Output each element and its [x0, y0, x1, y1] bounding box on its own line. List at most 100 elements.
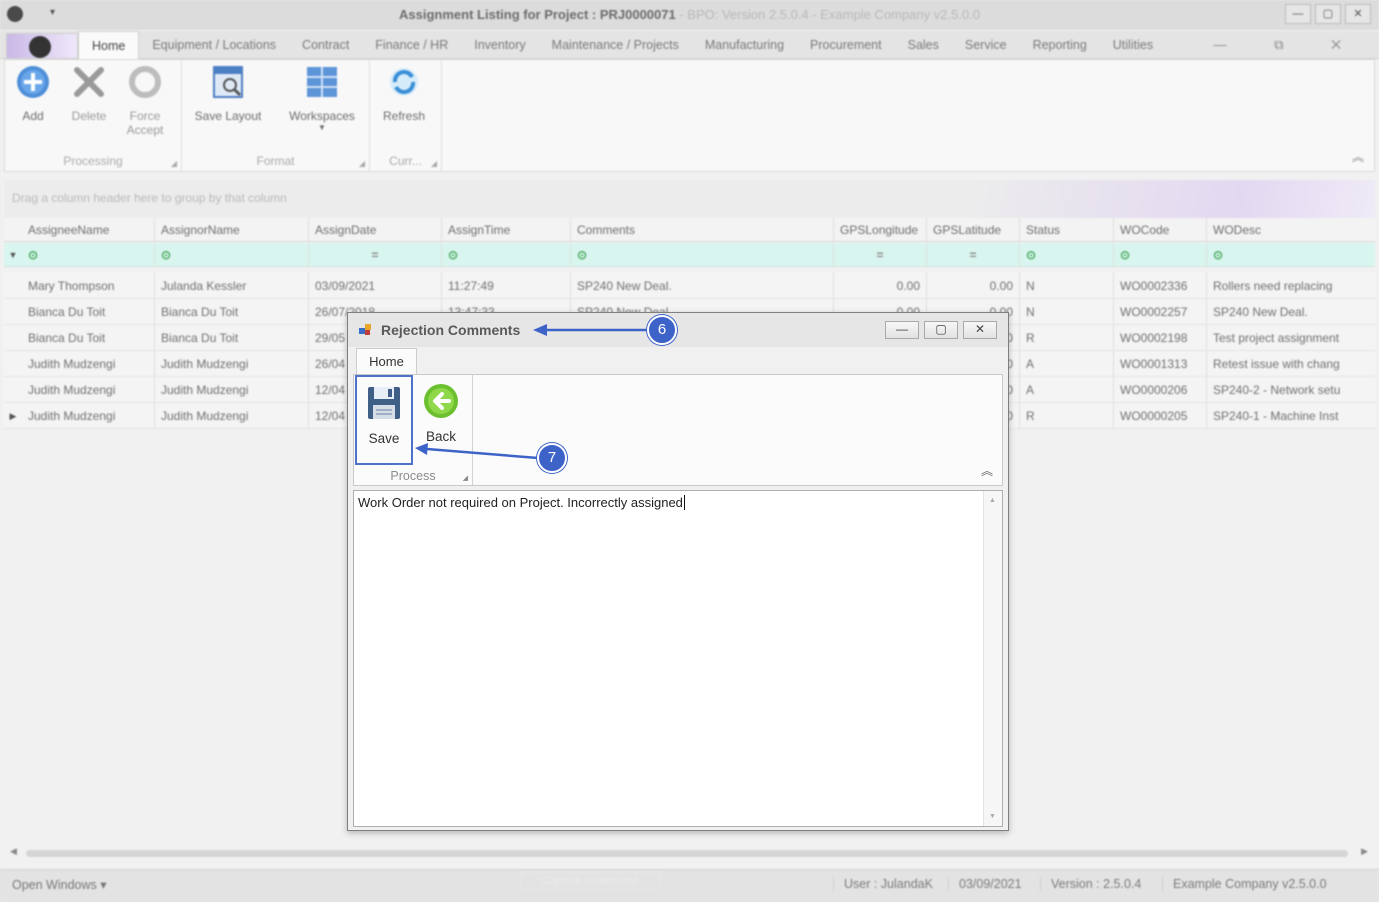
mdi-window-controls[interactable]: — ⧉ ✕	[1214, 37, 1363, 53]
table-row[interactable]: Mary Thompson Julanda Kessler 03/09/2021 11…	[4, 273, 1375, 299]
table-cell[interactable]: WO0002198	[1114, 325, 1207, 350]
column-header-gpslatitude[interactable]: GPSLatitude	[927, 218, 1020, 241]
dialog-tab-home[interactable]: Home	[356, 348, 417, 374]
group-by-panel[interactable]: Drag a column header here to group by th…	[4, 180, 1375, 218]
tab-procurement[interactable]: Procurement	[797, 31, 895, 59]
column-header-assigntime[interactable]: AssignTime	[442, 218, 571, 241]
table-cell[interactable]: SP240 New Deal.	[571, 273, 834, 298]
dialog-launcher-icon[interactable]: ◢	[359, 159, 365, 168]
table-cell[interactable]: SP240-1 - Machine Inst	[1207, 403, 1367, 428]
table-cell[interactable]: Bianca Du Toit	[155, 299, 309, 324]
table-cell[interactable]: Bianca Du Toit	[22, 299, 155, 324]
table-cell[interactable]: Mary Thompson	[22, 273, 155, 298]
ribbon-collapse-chevron-up-icon[interactable]: ︽	[981, 462, 993, 479]
table-cell[interactable]: WO0000206	[1114, 377, 1207, 402]
table-cell[interactable]: A	[1020, 377, 1114, 402]
rejection-comment-textarea[interactable]: Work Order not required on Project. Inco…	[353, 490, 1003, 827]
table-cell[interactable]: R	[1020, 325, 1114, 350]
save-button[interactable]: Save	[355, 375, 413, 465]
table-cell[interactable]: 11:27:49	[442, 273, 571, 298]
refresh-button[interactable]: Refresh	[376, 64, 432, 123]
scroll-up-icon[interactable]: ▲	[989, 497, 996, 504]
tab-manufacturing[interactable]: Manufacturing	[692, 31, 797, 59]
table-cell[interactable]: Judith Mudzengi	[22, 377, 155, 402]
table-cell[interactable]: Judith Mudzengi	[155, 377, 309, 402]
column-header-assigneename[interactable]: AssigneeName	[22, 218, 155, 241]
save-layout-button[interactable]: Save Layout	[186, 64, 270, 123]
filter-cell[interactable]: ⊙	[155, 243, 309, 266]
filter-cell[interactable]: ⊙	[442, 243, 571, 266]
scroll-right-icon[interactable]: ▶	[1361, 846, 1368, 857]
maximize-button[interactable]: ▢	[1315, 4, 1341, 24]
tab-utilities[interactable]: Utilities	[1100, 31, 1166, 59]
tab-service[interactable]: Service	[952, 31, 1020, 59]
table-cell[interactable]: N	[1020, 299, 1114, 324]
minimize-button[interactable]: —	[1285, 4, 1311, 24]
comment-text[interactable]: Work Order not required on Project. Inco…	[358, 495, 685, 510]
column-header-comments[interactable]: Comments	[571, 218, 834, 241]
table-cell[interactable]: R	[1020, 403, 1114, 428]
column-header-assignorname[interactable]: AssignorName	[155, 218, 309, 241]
tab-sales[interactable]: Sales	[895, 31, 952, 59]
tab-inventory[interactable]: Inventory	[461, 31, 538, 59]
filter-cell[interactable]: ⊙	[1114, 243, 1207, 266]
scroll-down-icon[interactable]: ▼	[989, 813, 996, 820]
dialog-launcher-icon[interactable]: ◢	[463, 474, 468, 482]
add-button[interactable]: Add	[5, 64, 61, 123]
horizontal-scrollbar[interactable]: ◀ ▶	[8, 846, 1370, 859]
table-cell[interactable]: Bianca Du Toit	[155, 325, 309, 350]
table-cell[interactable]: Retest issue with chang	[1207, 351, 1367, 376]
tab-contract[interactable]: Contract	[289, 31, 362, 59]
ribbon-collapse-chevron-up-icon[interactable]: ︽	[1352, 148, 1364, 165]
workspaces-button[interactable]: Workspaces ▼	[280, 64, 364, 132]
back-button[interactable]: Back	[412, 375, 470, 465]
application-menu-button[interactable]	[6, 33, 78, 59]
table-cell[interactable]: WO0002257	[1114, 299, 1207, 324]
capture-screenshot-button[interactable]: Capture screenshot	[520, 872, 660, 890]
table-cell[interactable]: Judith Mudzengi	[22, 403, 155, 428]
close-button[interactable]: ✕	[1345, 4, 1371, 24]
column-header-assigndate[interactable]: AssignDate	[309, 218, 442, 241]
filter-cell[interactable]: =	[309, 243, 442, 266]
table-cell[interactable]: WO0002336	[1114, 273, 1207, 298]
column-header-wocode[interactable]: WOCode	[1114, 218, 1207, 241]
dialog-launcher-icon[interactable]: ◢	[431, 159, 437, 168]
table-cell[interactable]: WO0000205	[1114, 403, 1207, 428]
force-accept-button[interactable]: Force Accept	[117, 64, 173, 137]
column-header-wodesc[interactable]: WODesc	[1207, 218, 1367, 241]
tab-finance-hr[interactable]: Finance / HR	[362, 31, 461, 59]
scroll-left-icon[interactable]: ◀	[10, 846, 17, 857]
table-cell[interactable]: SP240 New Deal.	[1207, 299, 1367, 324]
filter-cell[interactable]: ⊙	[571, 243, 834, 266]
column-header-gpslongitude[interactable]: GPSLongitude	[834, 218, 927, 241]
table-cell[interactable]: WO0001313	[1114, 351, 1207, 376]
dialog-close-button[interactable]: ✕	[963, 321, 997, 339]
filter-cell[interactable]: =	[834, 243, 927, 266]
delete-button[interactable]: Delete	[61, 64, 117, 123]
tab-equipment-locations[interactable]: Equipment / Locations	[139, 31, 289, 59]
table-cell[interactable]: 0.00	[927, 273, 1020, 298]
table-cell[interactable]: Bianca Du Toit	[22, 325, 155, 350]
filter-cell[interactable]: ⊙	[1207, 243, 1367, 266]
table-cell[interactable]: Test project assignment	[1207, 325, 1367, 350]
table-cell[interactable]: SP240-2 - Network setu	[1207, 377, 1367, 402]
table-cell[interactable]: Rollers need replacing	[1207, 273, 1367, 298]
dialog-maximize-button[interactable]: ▢	[924, 321, 958, 339]
vertical-scrollbar[interactable]: ▲ ▼	[983, 491, 1002, 826]
dialog-launcher-icon[interactable]: ◢	[171, 159, 177, 168]
scrollbar-thumb[interactable]	[26, 850, 1348, 857]
open-windows-dropdown[interactable]: Open Windows ▾	[12, 877, 107, 892]
tab-maintenance-projects[interactable]: Maintenance / Projects	[539, 31, 692, 59]
table-cell[interactable]: Judith Mudzengi	[22, 351, 155, 376]
table-cell[interactable]: 03/09/2021	[309, 273, 442, 298]
dialog-minimize-button[interactable]: —	[885, 321, 919, 339]
table-cell[interactable]: Judith Mudzengi	[155, 351, 309, 376]
table-cell[interactable]: Judith Mudzengi	[155, 403, 309, 428]
filter-cell[interactable]: ⊙	[1020, 243, 1114, 266]
tab-home[interactable]: Home	[78, 31, 140, 59]
table-cell[interactable]: A	[1020, 351, 1114, 376]
column-header-status[interactable]: Status	[1020, 218, 1114, 241]
tab-reporting[interactable]: Reporting	[1020, 31, 1100, 59]
table-cell[interactable]: 0.00	[834, 273, 927, 298]
filter-cell[interactable]: ⊙	[22, 243, 155, 266]
